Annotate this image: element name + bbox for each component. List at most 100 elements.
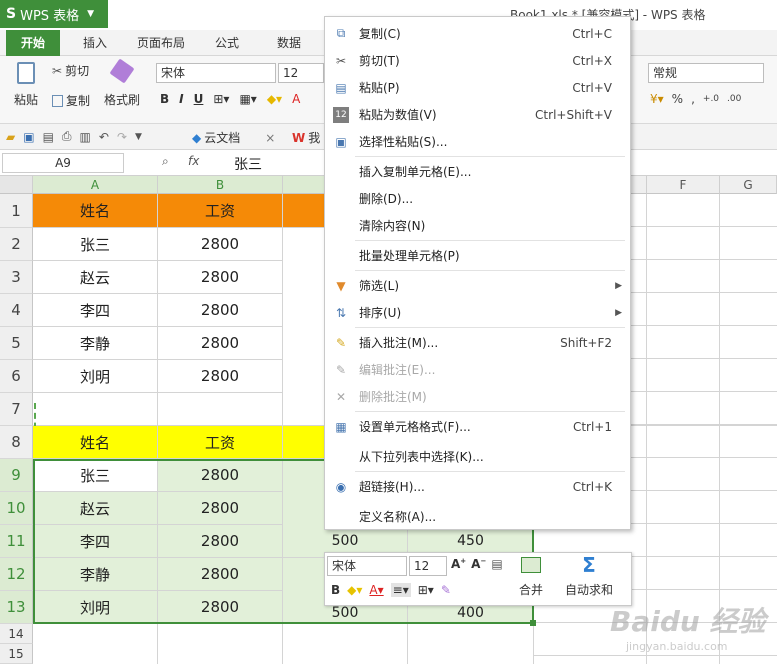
save-icon[interactable]: ▣ xyxy=(23,130,34,144)
formula-input[interactable]: 张三 xyxy=(234,154,262,174)
menu-item-delete[interactable]: 删除(D)... xyxy=(325,185,630,212)
increase-decimal-icon[interactable]: +.0 xyxy=(703,94,719,104)
percent-icon[interactable]: % xyxy=(672,92,683,106)
chevron-down-icon[interactable]: ▼ xyxy=(135,132,142,142)
borders-icon[interactable]: ⊞▾ xyxy=(213,92,229,106)
underline-button[interactable]: U xyxy=(194,92,204,106)
row-header[interactable]: 1 xyxy=(0,194,33,228)
redo-icon[interactable]: ↷ xyxy=(117,130,127,144)
font-name-select[interactable]: 宋体 xyxy=(156,63,276,83)
menu-item-insert-comment[interactable]: ✎ 插入批注(M)... Shift+F2 xyxy=(325,329,630,356)
row-header[interactable]: 8 xyxy=(0,426,33,459)
table1-header-salary[interactable]: 工资 xyxy=(158,194,283,228)
number-format-select[interactable]: 常规 xyxy=(648,63,764,83)
print-preview-icon[interactable]: ▤ xyxy=(43,130,54,144)
copy-button[interactable]: 复制 xyxy=(52,92,90,109)
name-box[interactable]: A9 xyxy=(2,153,124,173)
fill-handle[interactable] xyxy=(530,620,536,626)
table-cell[interactable]: 李四 xyxy=(33,294,158,327)
decrease-decimal-icon[interactable]: .00 xyxy=(727,94,741,104)
menu-item-copy[interactable]: ⧉ 复制(C) Ctrl+C xyxy=(325,20,630,47)
row-header[interactable]: 3 xyxy=(0,261,33,294)
merge-button[interactable]: 合并 xyxy=(519,557,543,598)
table-cell[interactable]: 2800 xyxy=(158,228,283,261)
currency-icon[interactable]: ¥▾ xyxy=(650,92,664,106)
document-tab[interactable]: W 我 xyxy=(292,129,320,146)
mini-font-color-icon[interactable]: A▾ xyxy=(369,583,383,597)
grow-font-icon[interactable]: A+ xyxy=(451,557,466,571)
menu-item-delete-comment[interactable]: ✕ 删除批注(M) xyxy=(325,383,630,410)
print-icon[interactable]: ⎙ xyxy=(62,129,72,144)
tab-home[interactable]: 开始 xyxy=(6,30,60,56)
menu-item-cut[interactable]: ✂ 剪切(T) Ctrl+X xyxy=(325,47,630,74)
mini-bold-button[interactable]: B xyxy=(331,583,340,597)
menu-item-paste-values[interactable]: 12 粘贴为数值(V) Ctrl+Shift+V xyxy=(325,101,630,128)
row-header[interactable]: 6 xyxy=(0,360,33,393)
italic-button[interactable]: I xyxy=(179,92,183,106)
wrap-text-icon[interactable]: ▤ xyxy=(491,557,502,571)
table2-header-name[interactable]: 姓名 xyxy=(33,426,158,459)
font-color-icon[interactable]: A xyxy=(292,92,300,106)
tab-formulas[interactable]: 公式 xyxy=(202,30,252,56)
mini-font-size-select[interactable]: 12 xyxy=(409,556,447,576)
fill-pattern-icon[interactable]: ▦▾ xyxy=(239,92,256,106)
close-icon[interactable]: × xyxy=(265,131,275,145)
export-icon[interactable]: ▥ xyxy=(80,130,91,144)
menu-item-clear-contents[interactable]: 清除内容(N) xyxy=(325,212,630,239)
paste-button[interactable]: 粘贴 xyxy=(8,62,44,108)
menu-item-edit-comment[interactable]: ✎ 编辑批注(E)... xyxy=(325,356,630,383)
bold-button[interactable]: B xyxy=(160,92,169,106)
font-size-select[interactable]: 12 xyxy=(278,63,324,83)
row-header[interactable]: 11 xyxy=(0,525,33,558)
menu-item-insert-copied[interactable]: 插入复制单元格(E)... xyxy=(325,158,630,185)
tab-data[interactable]: 数据 xyxy=(264,30,314,56)
table-cell[interactable]: 2800 xyxy=(158,459,283,492)
menu-item-pick-from-list[interactable]: 从下拉列表中选择(K)... xyxy=(325,443,630,470)
menu-item-sort[interactable]: ⇅ 排序(U) ▶ xyxy=(325,299,630,326)
cut-button[interactable]: ✂ 剪切 xyxy=(52,62,89,79)
menu-item-filter[interactable]: ▼ 筛选(L) ▶ xyxy=(325,272,630,299)
row-header[interactable]: 5 xyxy=(0,327,33,360)
table-cell[interactable]: 2800 xyxy=(158,492,283,525)
menu-item-paste-special[interactable]: ▣ 选择性粘贴(S)... xyxy=(325,128,630,155)
menu-item-paste[interactable]: ▤ 粘贴(P) Ctrl+V xyxy=(325,74,630,101)
table-cell[interactable]: 刘明 xyxy=(33,591,158,624)
tab-insert[interactable]: 插入 xyxy=(70,30,120,56)
mini-borders-icon[interactable]: ⊞▾ xyxy=(418,583,434,597)
fill-color-icon[interactable]: ◆▾ xyxy=(267,92,282,106)
undo-icon[interactable]: ↶ xyxy=(99,130,109,144)
table-cell[interactable]: 李静 xyxy=(33,558,158,591)
column-header-f[interactable]: F xyxy=(647,176,720,194)
row-header[interactable]: 2 xyxy=(0,228,33,261)
shrink-font-icon[interactable]: A− xyxy=(471,557,486,571)
menu-item-format-cells[interactable]: ▦ 设置单元格格式(F)... Ctrl+1 xyxy=(325,413,630,440)
column-header-b[interactable]: B xyxy=(158,176,283,194)
menu-item-batch[interactable]: 批量处理单元格(P) xyxy=(325,242,630,269)
table-cell[interactable]: 刘明 xyxy=(33,360,158,393)
row-header[interactable]: 7 xyxy=(0,393,33,426)
mini-format-painter-icon[interactable]: ✎ xyxy=(441,583,451,597)
autosum-button[interactable]: Σ 自动求和 xyxy=(565,555,613,598)
row-header[interactable]: 9 xyxy=(0,459,33,492)
table1-header-c[interactable] xyxy=(283,194,325,228)
tab-page-layout[interactable]: 页面布局 xyxy=(128,30,194,56)
open-folder-icon[interactable]: ▰ xyxy=(6,130,15,144)
table-cell[interactable]: 李四 xyxy=(33,525,158,558)
mini-font-name-select[interactable]: 宋体 xyxy=(327,556,407,576)
row-header[interactable]: 4 xyxy=(0,294,33,327)
menu-item-define-name[interactable]: 定义名称(A)... xyxy=(325,503,630,530)
zoom-search-icon[interactable]: ⌕ xyxy=(162,154,169,169)
table2-header-c[interactable] xyxy=(283,426,325,459)
app-menu-button[interactable]: S WPS 表格 ▼ xyxy=(0,0,108,28)
select-all-corner[interactable] xyxy=(0,176,33,194)
table-cell[interactable]: 赵云 xyxy=(33,492,158,525)
menu-item-hyperlink[interactable]: ◉ 超链接(H)... Ctrl+K xyxy=(325,473,630,500)
column-header-g[interactable]: G xyxy=(720,176,777,194)
format-painter-button[interactable]: 格式刷 xyxy=(104,58,140,108)
table-cell[interactable]: 2800 xyxy=(158,261,283,294)
table-cell[interactable]: 2800 xyxy=(158,360,283,393)
table-cell[interactable]: 2800 xyxy=(158,294,283,327)
table-cell[interactable]: 2800 xyxy=(158,327,283,360)
table-cell[interactable]: 2800 xyxy=(158,558,283,591)
comma-style-icon[interactable]: , xyxy=(691,92,695,106)
